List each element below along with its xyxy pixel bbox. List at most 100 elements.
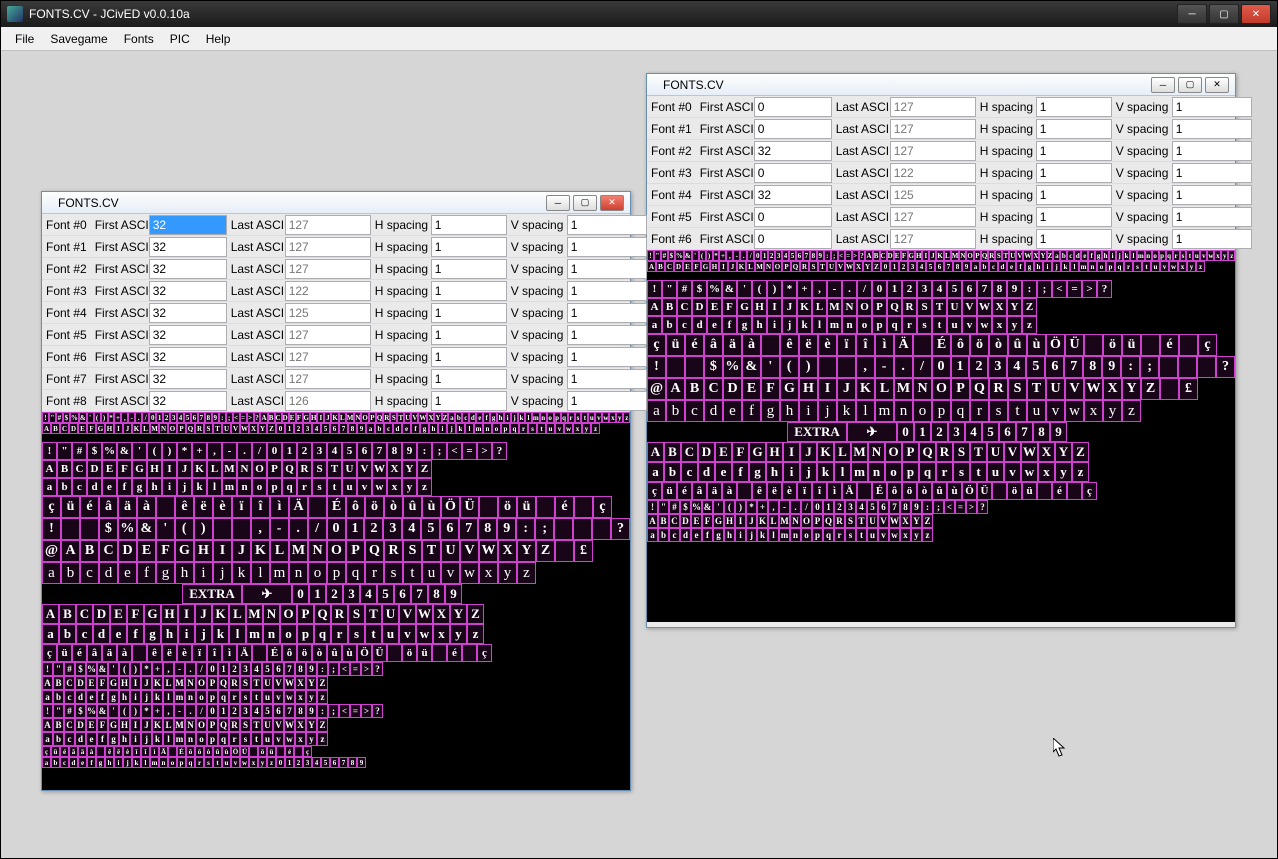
glyph-cell[interactable]: ï — [797, 482, 812, 500]
glyph-cell[interactable]: X — [387, 460, 402, 478]
glyph-cell[interactable]: ) — [706, 250, 713, 261]
glyph-cell[interactable]: q — [218, 690, 229, 704]
glyph-cell[interactable]: u — [382, 624, 399, 644]
glyph-cell[interactable]: t — [1142, 261, 1151, 272]
glyph-cell[interactable]: y — [911, 528, 922, 542]
glyph-cell[interactable]: J — [837, 378, 856, 400]
glyph-cell[interactable]: R — [195, 423, 204, 434]
glyph-cell[interactable]: P — [974, 250, 981, 261]
glyph-cell[interactable]: M — [894, 378, 913, 400]
glyph-cell[interactable]: H — [724, 514, 735, 528]
glyph-cell[interactable]: O — [932, 378, 951, 400]
glyph-cell[interactable]: p — [177, 757, 186, 768]
glyph-cell[interactable]: j — [1116, 250, 1123, 261]
glyph-cell[interactable]: H — [310, 412, 317, 423]
glyph-cell[interactable]: v — [962, 316, 977, 334]
glyph-cell[interactable]: ! — [42, 704, 53, 718]
glyph-cell[interactable]: v — [878, 528, 889, 542]
glyph-cell[interactable]: w — [1169, 261, 1178, 272]
glyph-cell[interactable]: W — [479, 540, 498, 562]
glyph-cell[interactable]: s — [384, 562, 403, 584]
glyph-cell[interactable]: ö — [402, 644, 417, 662]
glyph-cell[interactable]: h — [780, 400, 799, 422]
inner-minimize-left[interactable]: ─ — [546, 195, 570, 211]
glyph-cell[interactable]: W — [418, 412, 427, 423]
glyph-cell[interactable]: I — [818, 378, 837, 400]
glyph-cell[interactable]: h — [147, 478, 162, 496]
glyph-cell[interactable]: z — [1022, 316, 1037, 334]
inner-titlebar-left[interactable]: FONTS.CV ─ ▢ ✕ — [42, 192, 630, 214]
glyph-cell[interactable]: é — [1052, 482, 1067, 500]
glyph-cell[interactable]: Ö — [1046, 334, 1065, 356]
glyph-cell[interactable]: w — [1065, 400, 1084, 422]
glyph-cell[interactable]: F — [722, 298, 737, 316]
glyph-cell[interactable]: O — [773, 261, 782, 272]
glyph-cell[interactable]: ë — [194, 496, 213, 518]
last-ascii-input[interactable] — [890, 185, 976, 205]
glyph-cell[interactable]: ( — [780, 356, 799, 378]
glyph-cell[interactable]: d — [998, 261, 1007, 272]
glyph-cell[interactable]: ; — [1037, 280, 1052, 298]
glyph-cell[interactable]: T — [1002, 250, 1009, 261]
glyph-cell[interactable]: t — [251, 732, 262, 746]
glyph-cell[interactable]: â — [704, 334, 723, 356]
glyph-cell[interactable]: 1 — [887, 280, 902, 298]
glyph-cell[interactable]: z — [467, 624, 484, 644]
glyph-cell[interactable]: 9 — [817, 250, 824, 261]
glyph-cell[interactable]: 6 — [191, 412, 198, 423]
glyph-cell[interactable]: ) — [767, 280, 782, 298]
glyph-cell[interactable]: ü — [1122, 334, 1141, 356]
glyph-cell[interactable]: * — [108, 412, 115, 423]
glyph-cell[interactable]: P — [369, 412, 376, 423]
glyph-cell[interactable]: d — [87, 478, 102, 496]
glyph-cell[interactable]: d — [704, 400, 723, 422]
glyph-cell[interactable] — [837, 356, 856, 378]
glyph-cell[interactable]: V — [231, 423, 240, 434]
glyph-cell[interactable]: j — [511, 412, 518, 423]
glyph-cell[interactable]: " — [658, 500, 669, 514]
glyph-cell[interactable]: s — [204, 757, 213, 768]
glyph-cell[interactable]: X — [498, 540, 517, 562]
glyph-cell[interactable]: x — [479, 562, 498, 584]
glyph-cell[interactable]: . — [289, 518, 308, 540]
glyph-cell[interactable]: 0 — [897, 422, 914, 442]
glyph-cell[interactable]: o — [280, 624, 297, 644]
glyph-cell[interactable]: ! — [647, 356, 666, 378]
glyph-cell[interactable]: x — [1178, 261, 1187, 272]
glyph-cell[interactable]: C — [64, 676, 75, 690]
glyph-cell[interactable]: g — [420, 423, 429, 434]
glyph-cell[interactable]: o — [196, 690, 207, 704]
glyph-cell[interactable]: : — [219, 412, 226, 423]
glyph-cell[interactable]: S — [390, 412, 397, 423]
glyph-cell[interactable]: 3 — [303, 757, 312, 768]
glyph-cell[interactable]: û — [403, 496, 422, 518]
glyph-cell[interactable]: I — [783, 442, 800, 462]
glyph-cell[interactable]: ö — [258, 746, 267, 757]
glyph-cell[interactable]: i — [1043, 261, 1052, 272]
glyph-cell[interactable]: 9 — [1102, 356, 1121, 378]
glyph-cell[interactable] — [61, 518, 80, 540]
glyph-cell[interactable]: j — [782, 316, 797, 334]
glyph-cell[interactable]: 5 — [262, 704, 273, 718]
glyph-cell[interactable]: C — [99, 540, 118, 562]
glyph-cell[interactable]: g — [156, 562, 175, 584]
glyph-cell[interactable]: ô — [282, 644, 297, 662]
v-spacing-input[interactable] — [567, 303, 647, 323]
glyph-cell[interactable]: V — [411, 412, 418, 423]
glyph-cell[interactable]: ò — [312, 644, 327, 662]
glyph-cell[interactable]: e — [691, 528, 702, 542]
glyph-cell[interactable]: Y — [517, 540, 536, 562]
glyph-cell[interactable]: A — [647, 298, 662, 316]
glyph-cell[interactable]: n — [868, 462, 885, 482]
glyph-cell[interactable]: ô — [346, 496, 365, 518]
glyph-cell[interactable]: b — [57, 478, 72, 496]
glyph-cell[interactable]: i — [1109, 250, 1116, 261]
glyph-cell[interactable]: B — [51, 423, 60, 434]
glyph-cell[interactable]: 3 — [775, 250, 782, 261]
glyph-cell[interactable]: . — [740, 250, 747, 261]
glyph-cell[interactable]: - — [875, 356, 894, 378]
glyph-cell[interactable]: U — [1009, 250, 1016, 261]
glyph-cell[interactable]: / — [142, 412, 149, 423]
glyph-cell[interactable]: ( — [724, 500, 735, 514]
glyph-cell[interactable]: ' — [737, 280, 752, 298]
